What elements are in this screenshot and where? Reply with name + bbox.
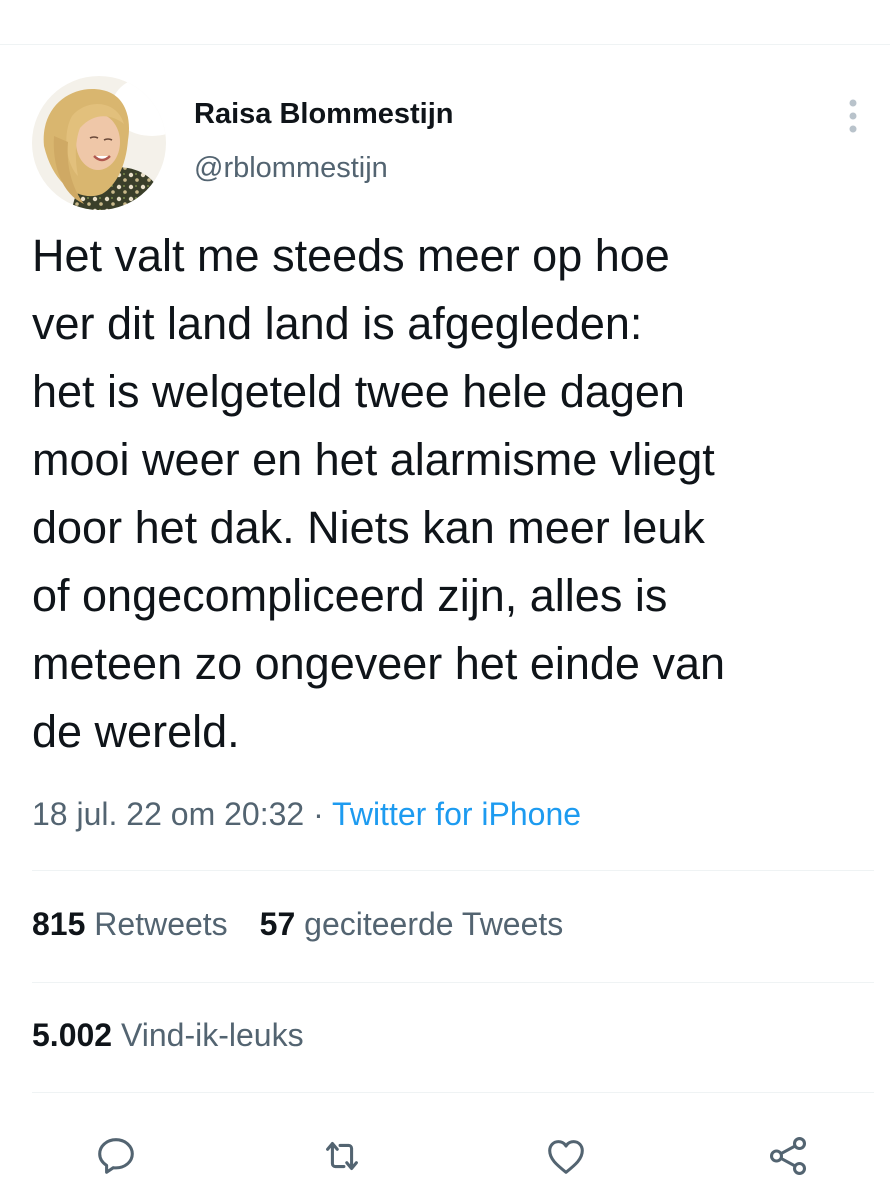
avatar[interactable] (32, 76, 166, 210)
retweet-button[interactable] (314, 1128, 370, 1184)
more-options-button[interactable] (836, 96, 870, 136)
quote-tweets-stat[interactable]: 57 geciteerde Tweets (260, 906, 564, 943)
likes-stat[interactable]: 5.002 Vind-ik-leuks (32, 1017, 304, 1054)
likes-label: Vind-ik-leuks (120, 1017, 304, 1053)
share-icon (769, 1137, 807, 1175)
retweet-icon (326, 1142, 358, 1170)
more-vertical-icon (849, 99, 857, 133)
reply-button[interactable] (88, 1128, 144, 1184)
tweet-meta: 18 jul. 22 om 20:32 · Twitter for iPhone (32, 796, 581, 833)
likes-count: 5.002 (32, 1017, 113, 1053)
tweet-text: Het valt me steeds meer op hoe ver dit l… (32, 230, 725, 757)
author-handle[interactable]: @rblommestijn (194, 152, 388, 185)
quote-tweets-count: 57 (259, 906, 296, 942)
quote-tweets-label: geciteerde Tweets (304, 906, 564, 942)
share-button[interactable] (760, 1128, 816, 1184)
divider (32, 1092, 874, 1093)
reply-icon (98, 1138, 134, 1174)
retweets-count: 815 (32, 906, 86, 942)
top-divider (0, 44, 890, 45)
like-button[interactable] (538, 1128, 594, 1184)
meta-separator: · (304, 796, 333, 832)
author-display-name[interactable]: Raisa Blommestijn (194, 98, 453, 131)
heart-icon (548, 1140, 584, 1174)
divider (32, 870, 874, 871)
divider (32, 982, 874, 983)
avatar-image (32, 76, 166, 210)
tweet-timestamp[interactable]: 18 jul. 22 om 20:32 (32, 796, 304, 832)
likes-stats: 5.002 Vind-ik-leuks (32, 1017, 336, 1054)
tweet-source[interactable]: Twitter for iPhone (332, 796, 581, 832)
action-bar (0, 1118, 890, 1194)
retweets-label: Retweets (94, 906, 228, 942)
engagement-stats: 815 Retweets 57 geciteerde Tweets (32, 906, 595, 943)
retweets-stat[interactable]: 815 Retweets (32, 906, 228, 943)
